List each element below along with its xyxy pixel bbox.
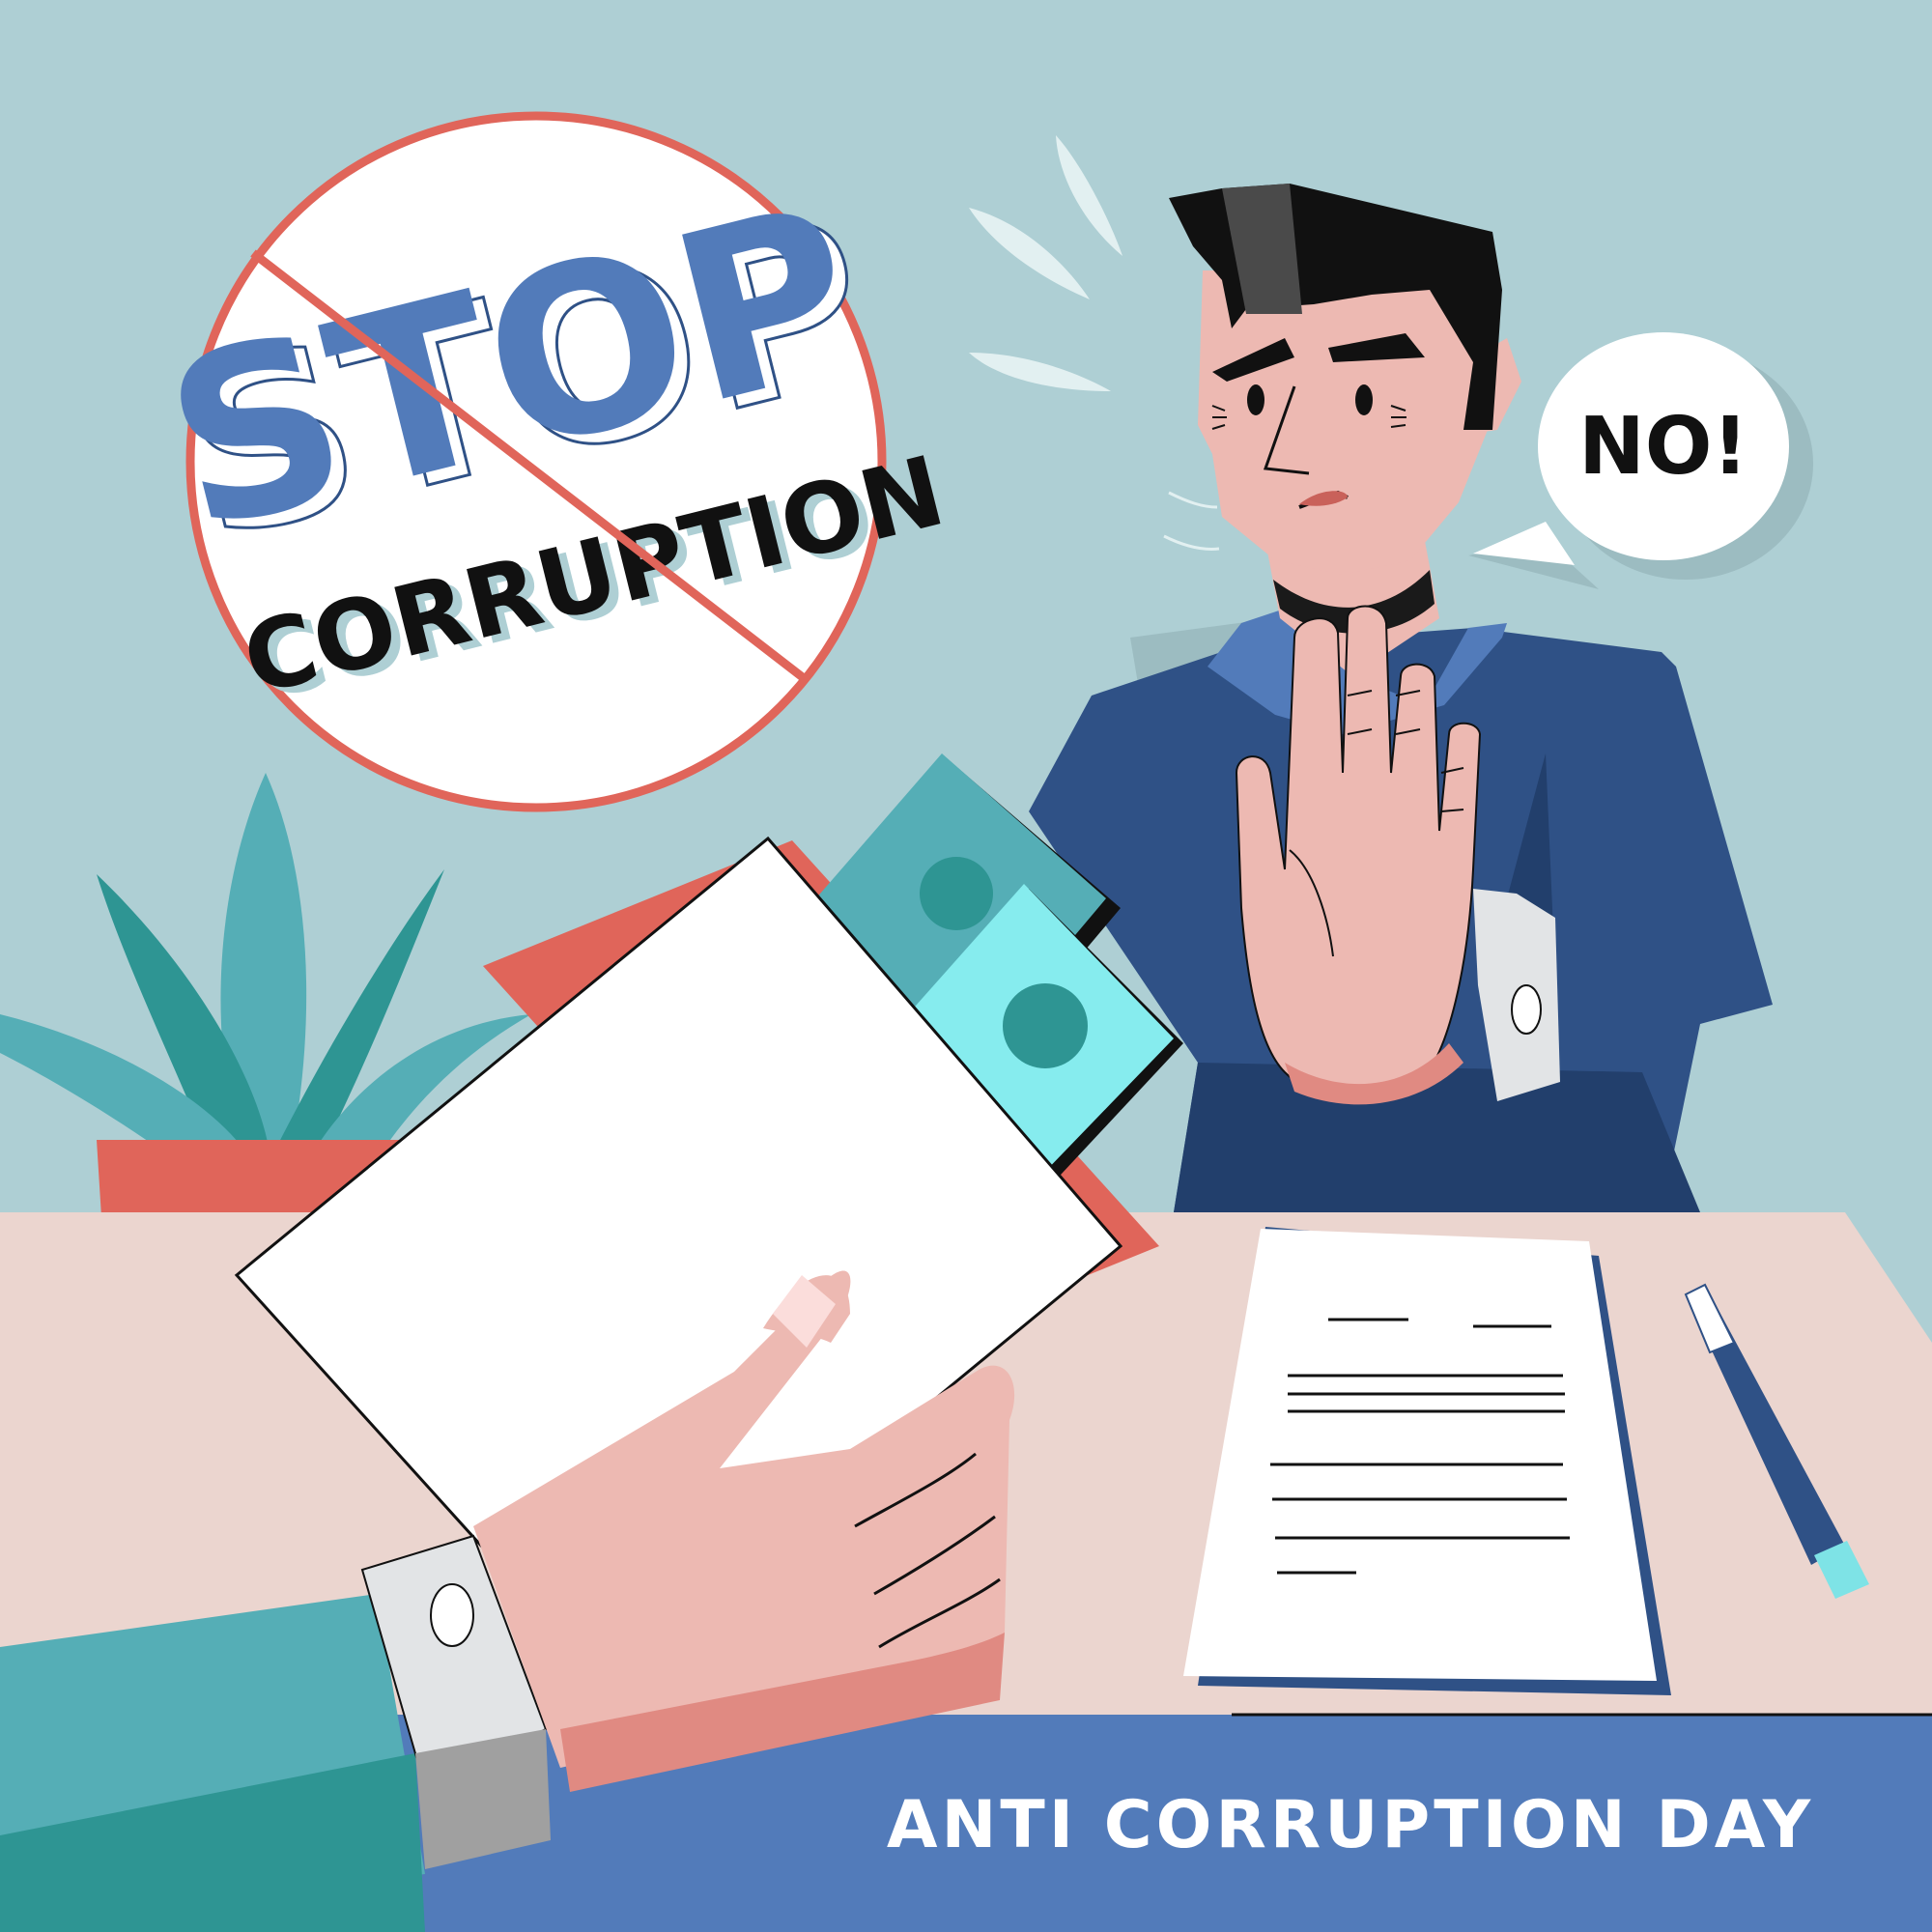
document — [1183, 1227, 1671, 1695]
speech-bubble-text: NO! — [1578, 401, 1748, 493]
anti-corruption-illustration: NO! ANTI CORRUPTION DAY STOP STOP CORRUP… — [0, 0, 1932, 1932]
footer-text: ANTI CORRUPTION DAY — [887, 1787, 1814, 1863]
